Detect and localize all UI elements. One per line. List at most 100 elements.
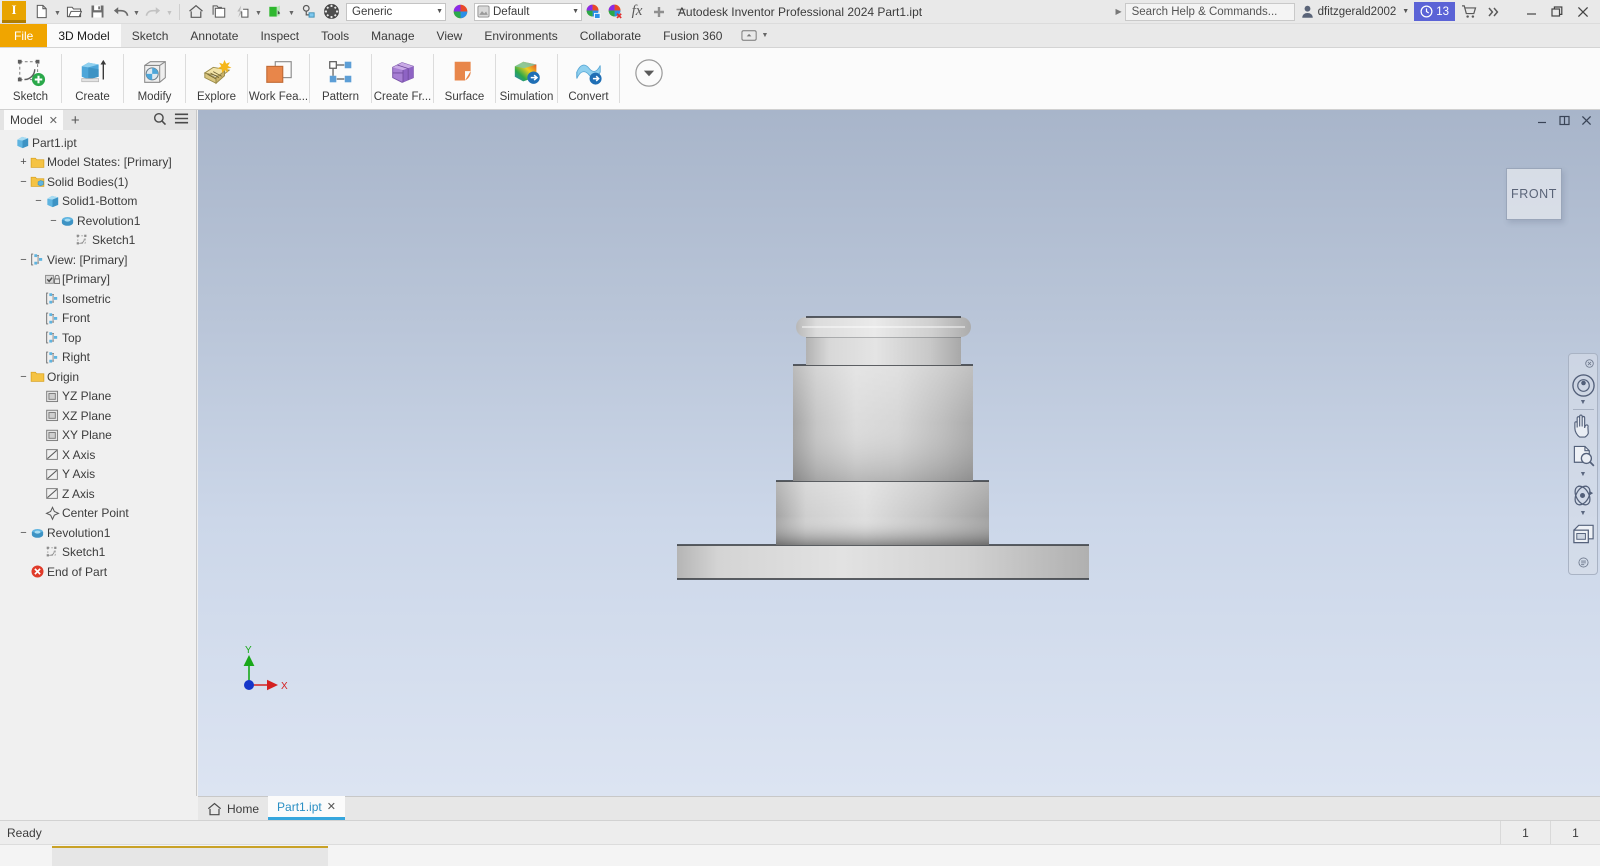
parameters-icon[interactable]: [297, 1, 319, 23]
browser-tab-model[interactable]: Model ✕: [4, 110, 63, 130]
project-icon[interactable]: [208, 1, 230, 23]
close-icon[interactable]: ✕: [327, 800, 336, 813]
open-icon[interactable]: [63, 1, 85, 23]
collapse-icon[interactable]: −: [18, 371, 29, 383]
zoom-dropdown-caret[interactable]: ▼: [1580, 471, 1587, 480]
appearance-dropdown-caret[interactable]: ▼: [287, 1, 296, 23]
clear-appearance-icon[interactable]: [604, 1, 626, 23]
collapse-icon[interactable]: −: [18, 527, 29, 539]
tree-item[interactable]: [Primary]: [0, 270, 196, 290]
ribbon-overflow-button[interactable]: [620, 48, 678, 109]
zoom-icon[interactable]: [1569, 441, 1597, 471]
ribbon-button-simulation[interactable]: Simulation: [496, 48, 557, 109]
ribbon-display-options[interactable]: ▼: [733, 24, 776, 47]
tree-item[interactable]: Z Axis: [0, 484, 196, 504]
collapse-icon[interactable]: −: [33, 195, 44, 207]
user-account-menu[interactable]: dfitzgerald2002 ▼: [1298, 4, 1412, 19]
appearance-icon[interactable]: [264, 1, 286, 23]
fx-parameters-icon[interactable]: fx: [626, 1, 648, 23]
tab-annotate[interactable]: Annotate: [179, 24, 249, 47]
material-selector[interactable]: Generic ▼: [346, 2, 446, 21]
tab-collaborate[interactable]: Collaborate: [569, 24, 652, 47]
ribbon-button-create[interactable]: Create: [62, 48, 123, 109]
search-expander-icon[interactable]: ▶: [1115, 7, 1121, 16]
tab-tools[interactable]: Tools: [310, 24, 360, 47]
doc-tab-home[interactable]: Home: [198, 798, 268, 820]
appearance-selector[interactable]: Default ▼: [474, 2, 582, 21]
close-icon[interactable]: ✕: [49, 114, 58, 127]
tree-item[interactable]: Isometric: [0, 289, 196, 309]
home-icon[interactable]: [185, 1, 207, 23]
trial-days-badge[interactable]: 13: [1414, 2, 1455, 21]
tree-item[interactable]: − Solid1-Bottom: [0, 192, 196, 212]
viewport-minimize-button[interactable]: [1532, 112, 1552, 128]
updates-dropdown-caret[interactable]: ▼: [254, 1, 263, 23]
steering-wheel-icon[interactable]: [1569, 371, 1597, 399]
tree-item[interactable]: Sketch1: [0, 543, 196, 563]
tab-environments[interactable]: Environments: [473, 24, 568, 47]
minimize-button[interactable]: [1518, 1, 1544, 23]
tree-item[interactable]: − Solid Bodies(1): [0, 172, 196, 192]
qat-overflow-icon[interactable]: [670, 1, 692, 23]
expand-icon[interactable]: +: [18, 156, 29, 168]
tab-file[interactable]: File: [0, 24, 48, 47]
tree-item[interactable]: End of Part: [0, 562, 196, 582]
tree-item[interactable]: Sketch1: [0, 231, 196, 251]
add-browser-tab-button[interactable]: +: [63, 113, 88, 128]
material-browser-icon[interactable]: [449, 1, 471, 23]
taskbar-item-1[interactable]: [52, 846, 328, 866]
tab-sketch[interactable]: Sketch: [121, 24, 180, 47]
look-at-icon[interactable]: [1569, 519, 1597, 549]
view-cube[interactable]: FRONT: [1506, 168, 1562, 220]
viewport-restore-button[interactable]: [1554, 112, 1574, 128]
collapse-icon[interactable]: −: [18, 176, 29, 188]
titlebar-overflow-icon[interactable]: [1483, 1, 1505, 23]
restore-button[interactable]: [1544, 1, 1570, 23]
add-to-qat-icon[interactable]: [648, 1, 670, 23]
tree-item[interactable]: − Origin: [0, 367, 196, 387]
collapse-icon[interactable]: −: [48, 215, 59, 227]
navbar-customize-icon[interactable]: [1578, 557, 1589, 574]
ribbon-button-sketch[interactable]: Sketch: [0, 48, 61, 109]
material-wheel-icon[interactable]: [320, 1, 342, 23]
tree-item[interactable]: Right: [0, 348, 196, 368]
tree-item[interactable]: X Axis: [0, 445, 196, 465]
pan-icon[interactable]: [1569, 411, 1597, 441]
browser-menu-icon[interactable]: [174, 112, 189, 128]
tab-manage[interactable]: Manage: [360, 24, 425, 47]
ribbon-button-convert[interactable]: Convert: [558, 48, 619, 109]
viewport-close-button[interactable]: [1576, 112, 1596, 128]
adjust-appearance-icon[interactable]: [582, 1, 604, 23]
tree-item[interactable]: Top: [0, 328, 196, 348]
ribbon-button-create-freeform[interactable]: Create Fr...: [372, 48, 433, 109]
cart-icon[interactable]: [1458, 1, 1480, 23]
tree-item[interactable]: YZ Plane: [0, 387, 196, 407]
search-input[interactable]: Search Help & Commands...: [1124, 2, 1295, 21]
tree-item[interactable]: Front: [0, 309, 196, 329]
tree-item[interactable]: Part1.ipt: [0, 133, 196, 153]
tree-item[interactable]: Y Axis: [0, 465, 196, 485]
tab-inspect[interactable]: Inspect: [249, 24, 310, 47]
tab-3d-model[interactable]: 3D Model: [47, 24, 121, 47]
save-icon[interactable]: [86, 1, 108, 23]
navbar-close-icon[interactable]: [1585, 357, 1594, 371]
ribbon-button-work-features[interactable]: Work Fea...: [248, 48, 309, 109]
tree-item[interactable]: XZ Plane: [0, 406, 196, 426]
tab-fusion-360[interactable]: Fusion 360: [652, 24, 733, 47]
tree-item[interactable]: + Model States: [Primary]: [0, 153, 196, 173]
collapse-icon[interactable]: −: [18, 254, 29, 266]
orbit-icon[interactable]: [1569, 480, 1597, 510]
ribbon-button-pattern[interactable]: Pattern: [310, 48, 371, 109]
undo-icon[interactable]: [109, 1, 131, 23]
tree-item[interactable]: − Revolution1: [0, 211, 196, 231]
tree-item[interactable]: Center Point: [0, 504, 196, 524]
steering-wheel-dropdown-caret[interactable]: ▼: [1580, 399, 1587, 408]
revolved-part-model[interactable]: [198, 110, 1600, 796]
undo-dropdown-caret[interactable]: ▼: [132, 1, 141, 23]
new-icon[interactable]: [30, 1, 52, 23]
doc-tab-part1[interactable]: Part1.ipt ✕: [268, 796, 345, 820]
graphics-viewport[interactable]: FRONT ▼ ▼ ▼ Y X: [198, 110, 1600, 796]
tree-item[interactable]: − View: [Primary]: [0, 250, 196, 270]
orbit-dropdown-caret[interactable]: ▼: [1580, 510, 1587, 519]
search-icon[interactable]: [153, 112, 167, 129]
